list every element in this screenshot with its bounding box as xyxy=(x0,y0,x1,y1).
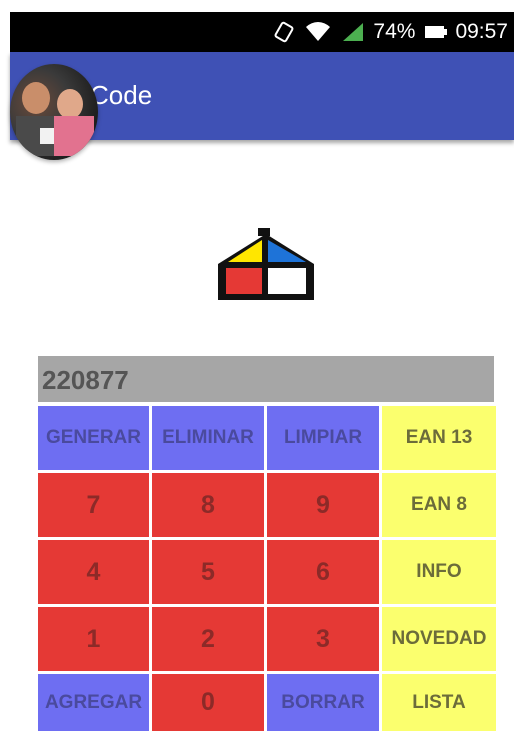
info-button[interactable]: INFO xyxy=(382,540,496,604)
battery-icon xyxy=(425,25,448,39)
digit-5-button[interactable]: 5 xyxy=(152,540,264,604)
clock: 09:57 xyxy=(455,20,508,43)
generar-button[interactable]: GENERAR xyxy=(38,406,149,470)
agregar-button[interactable]: AGREGAR xyxy=(38,674,149,731)
borrar-button[interactable]: BORRAR xyxy=(267,674,379,731)
status-bar: 74% 09:57 xyxy=(10,12,514,52)
battery-percentage: 74% xyxy=(373,20,416,43)
digit-0-button[interactable]: 0 xyxy=(152,674,264,731)
digit-7-button[interactable]: 7 xyxy=(38,473,149,537)
app-logo xyxy=(214,226,318,307)
novedad-button[interactable]: NOVEDAD xyxy=(382,607,496,671)
avatar[interactable] xyxy=(10,64,98,160)
digit-8-button[interactable]: 8 xyxy=(152,473,264,537)
digit-6-button[interactable]: 6 xyxy=(267,540,379,604)
lista-button[interactable]: LISTA xyxy=(382,674,496,731)
code-display: 220877 xyxy=(38,356,494,402)
digit-1-button[interactable]: 1 xyxy=(38,607,149,671)
digit-9-button[interactable]: 9 xyxy=(267,473,379,537)
signal-icon xyxy=(341,21,365,43)
ean8-button[interactable]: EAN 8 xyxy=(382,473,496,537)
limpiar-button[interactable]: LIMPIAR xyxy=(267,406,379,470)
ean13-button[interactable]: EAN 13 xyxy=(382,406,496,470)
page-title: Code xyxy=(90,80,153,110)
wifi-icon xyxy=(305,21,331,43)
digit-2-button[interactable]: 2 xyxy=(152,607,264,671)
digit-3-button[interactable]: 3 xyxy=(267,607,379,671)
eliminar-button[interactable]: ELIMINAR xyxy=(152,406,264,470)
rotation-lock-icon xyxy=(273,21,295,43)
digit-4-button[interactable]: 4 xyxy=(38,540,149,604)
